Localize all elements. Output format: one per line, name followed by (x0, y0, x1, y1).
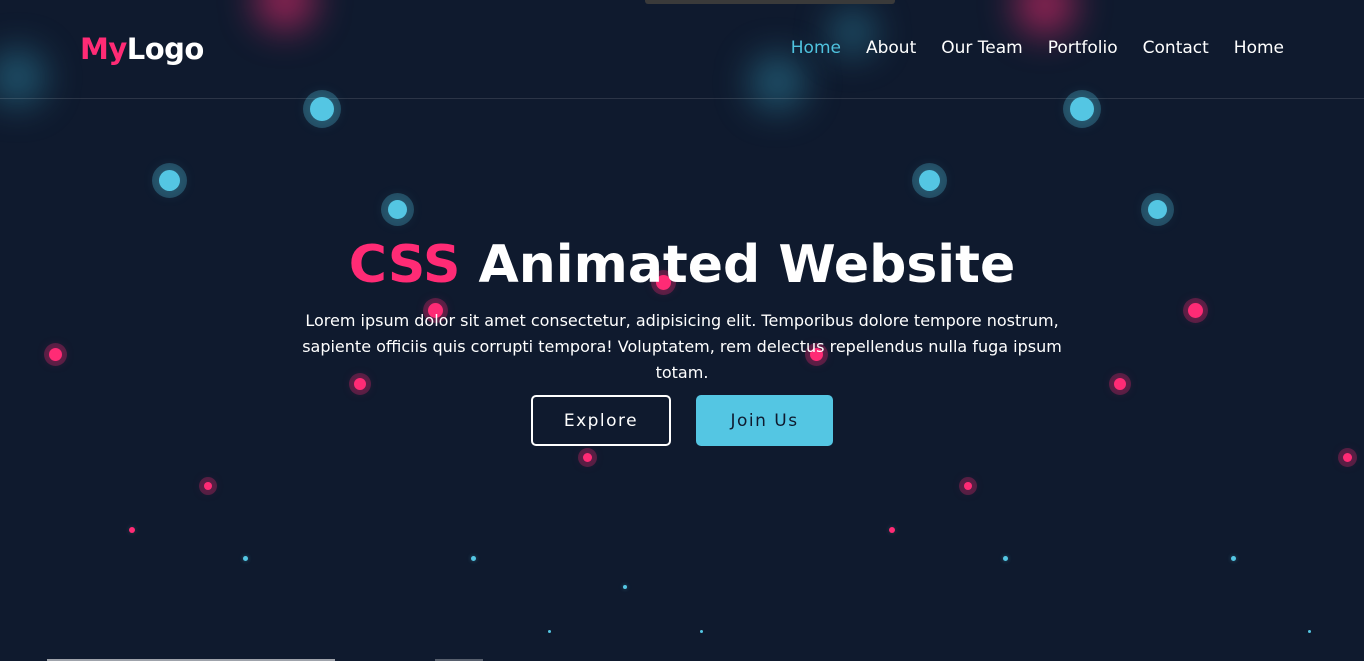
particle-dot (1070, 97, 1094, 121)
particle-dot (310, 97, 334, 121)
particle-dot (1188, 303, 1203, 318)
particle-dot (49, 348, 62, 361)
particle-dot (1114, 378, 1126, 390)
particle-dot (623, 585, 627, 589)
particle-dot (889, 527, 895, 533)
particle-dot (1308, 630, 1311, 633)
particle-dot (919, 170, 940, 191)
main-nav: Home About Our Team Portfolio Contact Ho… (791, 36, 1284, 60)
nav-item-home[interactable]: Home (791, 36, 841, 60)
particle-dot (583, 453, 592, 462)
particle-dot (1003, 556, 1008, 561)
particle-dot (1231, 556, 1236, 561)
hero-title-rest: Animated Website (478, 235, 1016, 295)
particle-dot (548, 630, 551, 633)
nav-item-contact[interactable]: Contact (1143, 36, 1209, 60)
explore-button[interactable]: Explore (531, 395, 671, 446)
nav-item-portfolio[interactable]: Portfolio (1048, 36, 1118, 60)
particle-dot (1343, 453, 1352, 462)
site-header: MyLogo Home About Our Team Portfolio Con… (0, 0, 1364, 99)
hero-description: Lorem ipsum dolor sit amet consectetur, … (302, 311, 1062, 382)
nav-item-about[interactable]: About (866, 36, 916, 60)
logo-part-b: Logo (126, 32, 205, 66)
particle-dot (243, 556, 248, 561)
particle-dot (700, 630, 703, 633)
particle-dot (1148, 200, 1167, 219)
particle-dot (159, 170, 180, 191)
nav-item-our-team[interactable]: Our Team (941, 36, 1022, 60)
logo[interactable]: MyLogo (80, 30, 204, 68)
page: MyLogo Home About Our Team Portfolio Con… (0, 0, 1364, 661)
particle-dot (388, 200, 407, 219)
hero-title-accent: CSS (348, 235, 461, 295)
particle-dot (129, 527, 135, 533)
nav-item-home-2[interactable]: Home (1234, 36, 1284, 60)
hero-title: CSS Animated Website (0, 232, 1364, 298)
logo-part-a: My (80, 32, 127, 66)
particle-dot (964, 482, 972, 490)
join-us-button[interactable]: Join Us (696, 395, 833, 446)
particle-dot (471, 556, 476, 561)
particle-dot (204, 482, 212, 490)
